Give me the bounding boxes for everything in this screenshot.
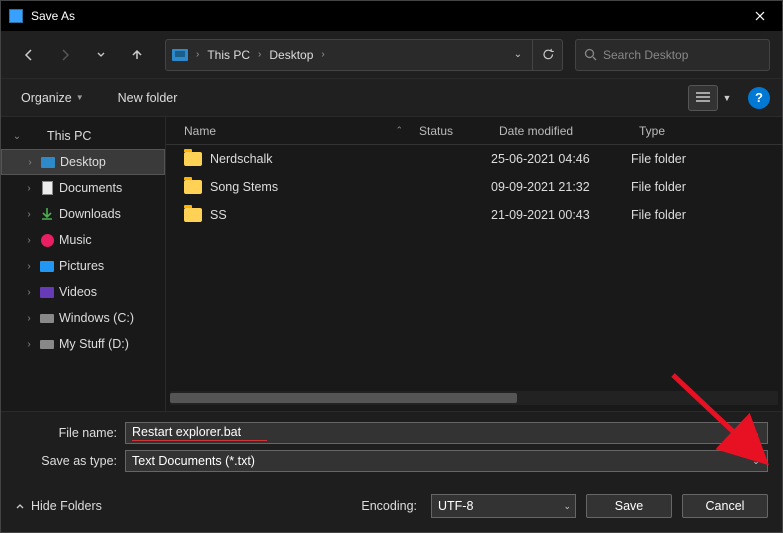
address-dropdown[interactable]: ⌄ — [504, 40, 532, 70]
tree-downloads[interactable]: › Downloads — [1, 201, 165, 227]
expand-icon[interactable]: › — [23, 313, 35, 324]
savetype-dropdown[interactable]: ⌄ — [747, 451, 765, 471]
refresh-icon — [541, 48, 555, 62]
expand-icon[interactable]: › — [23, 261, 35, 272]
column-headers: Name⌃ Status Date modified Type — [166, 117, 782, 145]
hide-folders-button[interactable]: Hide Folders — [15, 499, 102, 513]
file-rows: Nerdschalk 25-06-2021 04:46 File folder … — [166, 145, 782, 391]
documents-icon — [39, 180, 55, 196]
horizontal-scrollbar[interactable] — [170, 391, 778, 405]
pc-icon — [27, 128, 43, 144]
pictures-icon — [39, 258, 55, 274]
search-placeholder: Search Desktop — [603, 48, 688, 62]
savetype-field[interactable]: Text Documents (*.txt) ⌄ — [125, 450, 768, 472]
up-button[interactable] — [121, 39, 153, 71]
view-button[interactable] — [688, 85, 718, 111]
save-form: File name: ⌄ Save as type: Text Document… — [1, 411, 782, 484]
expand-icon[interactable]: › — [23, 183, 35, 194]
tree-pictures[interactable]: › Pictures — [1, 253, 165, 279]
tree-documents[interactable]: › Documents — [1, 175, 165, 201]
downloads-icon — [39, 206, 55, 222]
filename-input[interactable] — [132, 425, 267, 439]
col-type[interactable]: Type — [631, 124, 782, 138]
forward-button[interactable] — [49, 39, 81, 71]
new-folder-button[interactable]: New folder — [110, 87, 186, 109]
tree-drive-d[interactable]: › My Stuff (D:) — [1, 331, 165, 357]
file-list-pane: Name⌃ Status Date modified Type Nerdscha… — [166, 117, 782, 411]
drive-icon — [39, 336, 55, 352]
folder-icon — [184, 180, 202, 194]
main-area: ⌄ This PC › Desktop › Documents › Downlo… — [1, 117, 782, 411]
filename-label: File name: — [15, 426, 125, 440]
chevron-right-icon: › — [192, 49, 203, 60]
filename-dropdown[interactable]: ⌄ — [747, 423, 765, 443]
app-icon — [9, 9, 23, 23]
savetype-value: Text Documents (*.txt) — [132, 454, 255, 468]
nav-tree: ⌄ This PC › Desktop › Documents › Downlo… — [1, 117, 166, 411]
refresh-button[interactable] — [532, 40, 562, 70]
col-name[interactable]: Name⌃ — [166, 124, 411, 138]
search-icon — [584, 48, 597, 61]
organize-button[interactable]: Organize▼ — [13, 87, 92, 109]
chevron-up-icon — [15, 501, 25, 511]
savetype-label: Save as type: — [15, 454, 125, 468]
chevron-down-icon — [96, 50, 106, 60]
file-row[interactable]: SS 21-09-2021 00:43 File folder — [166, 201, 782, 229]
expand-icon[interactable]: › — [23, 287, 35, 298]
breadcrumb-root[interactable]: This PC — [203, 40, 254, 70]
toolbar: Organize▼ New folder ▼ ? — [1, 79, 782, 117]
encoding-label: Encoding: — [361, 499, 417, 513]
col-date[interactable]: Date modified — [491, 124, 631, 138]
music-icon — [39, 232, 55, 248]
view-dropdown[interactable]: ▼ — [718, 85, 736, 111]
arrow-up-icon — [130, 48, 144, 62]
address-bar[interactable]: › This PC › Desktop › ⌄ — [165, 39, 563, 71]
chevron-down-icon: ⌄ — [563, 501, 571, 512]
videos-icon — [39, 284, 55, 300]
breadcrumb-folder[interactable]: Desktop — [265, 40, 317, 70]
desktop-icon — [40, 154, 56, 170]
expand-icon[interactable]: › — [23, 209, 35, 220]
titlebar: Save As — [1, 1, 782, 31]
tree-desktop[interactable]: › Desktop — [1, 149, 165, 175]
search-input[interactable]: Search Desktop — [575, 39, 770, 71]
col-status[interactable]: Status — [411, 124, 491, 138]
chevron-down-icon: ▼ — [76, 93, 84, 102]
close-icon — [755, 11, 765, 21]
close-button[interactable] — [737, 1, 782, 31]
tree-this-pc[interactable]: ⌄ This PC — [1, 123, 165, 149]
window-title: Save As — [31, 9, 737, 23]
collapse-icon[interactable]: ⌄ — [11, 131, 23, 142]
recent-dropdown[interactable] — [85, 39, 117, 71]
footer: Hide Folders Encoding: UTF-8 ⌄ Save Canc… — [1, 484, 782, 532]
file-row[interactable]: Nerdschalk 25-06-2021 04:46 File folder — [166, 145, 782, 173]
back-button[interactable] — [13, 39, 45, 71]
list-view-icon — [696, 92, 710, 104]
scrollbar-thumb[interactable] — [170, 393, 517, 403]
tree-drive-c[interactable]: › Windows (C:) — [1, 305, 165, 331]
filename-field[interactable]: ⌄ — [125, 422, 768, 444]
chevron-right-icon: › — [317, 49, 328, 60]
expand-icon[interactable]: › — [24, 157, 36, 168]
expand-icon[interactable]: › — [23, 339, 35, 350]
sort-asc-icon: ⌃ — [395, 125, 403, 136]
nav-row: › This PC › Desktop › ⌄ Search Desktop — [1, 31, 782, 79]
save-as-dialog: Save As › This PC › Desktop › ⌄ Search D… — [0, 0, 783, 533]
help-button[interactable]: ? — [748, 87, 770, 109]
folder-icon — [184, 208, 202, 222]
chevron-right-icon: › — [254, 49, 265, 60]
arrow-right-icon — [58, 48, 72, 62]
cancel-button[interactable]: Cancel — [682, 494, 768, 518]
drive-icon — [39, 310, 55, 326]
folder-icon — [184, 152, 202, 166]
encoding-select[interactable]: UTF-8 ⌄ — [431, 494, 576, 518]
arrow-left-icon — [22, 48, 36, 62]
tree-videos[interactable]: › Videos — [1, 279, 165, 305]
file-row[interactable]: Song Stems 09-09-2021 21:32 File folder — [166, 173, 782, 201]
save-button[interactable]: Save — [586, 494, 672, 518]
pc-icon — [172, 49, 188, 61]
tree-music[interactable]: › Music — [1, 227, 165, 253]
expand-icon[interactable]: › — [23, 235, 35, 246]
